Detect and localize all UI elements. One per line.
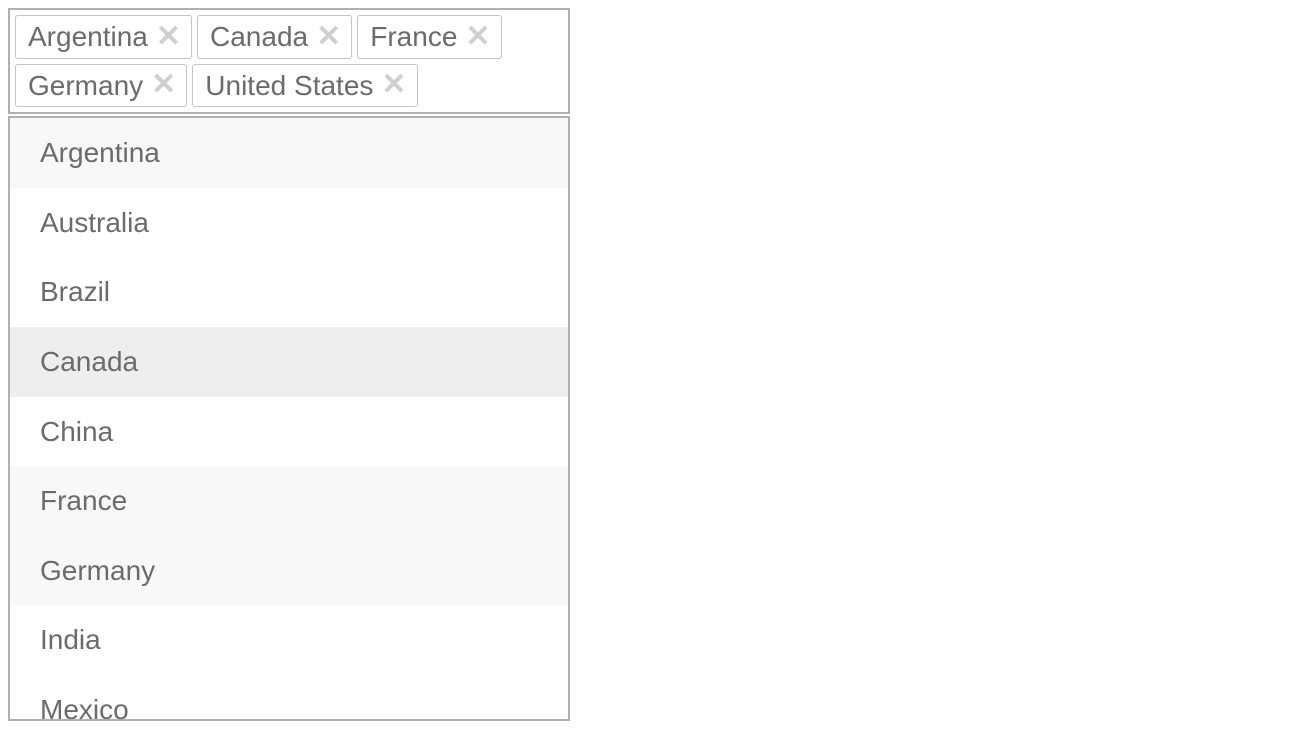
- tag-label: France: [370, 20, 457, 54]
- option-germany[interactable]: Germany: [10, 536, 568, 606]
- close-icon[interactable]: ✕: [156, 22, 181, 52]
- tag-united-states: United States ✕: [192, 64, 417, 108]
- tag-label: Argentina: [28, 20, 148, 54]
- tag-france: France ✕: [357, 15, 501, 59]
- option-australia[interactable]: Australia: [10, 188, 568, 258]
- close-icon[interactable]: ✕: [151, 70, 176, 100]
- option-mexico[interactable]: Mexico: [10, 675, 568, 719]
- close-icon[interactable]: ✕: [316, 22, 341, 52]
- option-canada[interactable]: Canada: [10, 327, 568, 397]
- close-icon[interactable]: ✕: [465, 22, 490, 52]
- tag-label: Canada: [210, 20, 308, 54]
- country-multiselect: Argentina ✕ Canada ✕ France ✕ Germany ✕ …: [8, 8, 570, 721]
- option-china[interactable]: China: [10, 397, 568, 467]
- tag-label: United States: [205, 69, 373, 103]
- tag-canada: Canada ✕: [197, 15, 352, 59]
- option-brazil[interactable]: Brazil: [10, 257, 568, 327]
- option-argentina[interactable]: Argentina: [10, 118, 568, 188]
- tag-germany: Germany ✕: [15, 64, 187, 108]
- option-france[interactable]: France: [10, 466, 568, 536]
- tag-argentina: Argentina ✕: [15, 15, 192, 59]
- close-icon[interactable]: ✕: [381, 70, 406, 100]
- selected-tags-box[interactable]: Argentina ✕ Canada ✕ France ✕ Germany ✕ …: [8, 8, 570, 114]
- tag-label: Germany: [28, 69, 143, 103]
- options-dropdown: Argentina Australia Brazil Canada China …: [8, 116, 570, 721]
- option-india[interactable]: India: [10, 605, 568, 675]
